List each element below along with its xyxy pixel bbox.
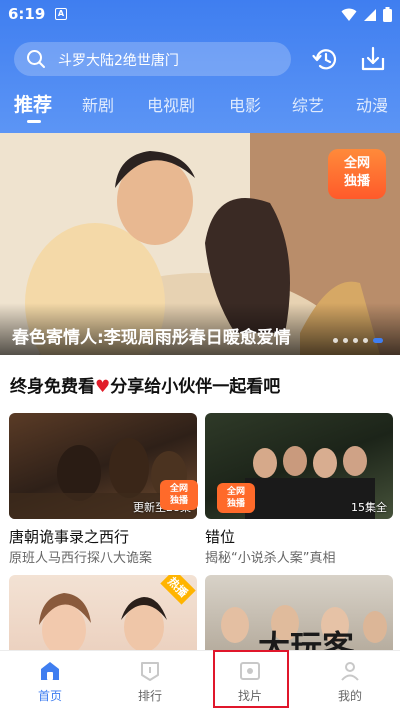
video-card[interactable]: 全网 独播 15集全 错位 揭秘“小说杀人案”真相	[205, 413, 393, 573]
ranking-icon	[141, 662, 159, 681]
video-title: 唐朝诡事录之西行	[9, 528, 130, 546]
video-card[interactable]: 热播	[9, 575, 197, 650]
nav-label: 排行	[137, 689, 162, 703]
nav-label: 首页	[37, 689, 62, 703]
section-title-prefix: 终身免费看	[10, 377, 95, 397]
badge-line-2: 独播	[226, 499, 245, 509]
download-icon[interactable]	[359, 45, 387, 73]
video-subtitle: 揭秘“小说杀人案”真相	[205, 551, 336, 566]
history-icon[interactable]	[311, 45, 339, 73]
header: 6:19 A 斗罗大陆2绝世唐门 推荐 新剧 电视剧 电影 综艺 动漫	[0, 0, 400, 133]
carousel-dot-active	[373, 338, 383, 343]
status-icons	[341, 7, 392, 22]
carousel-dot	[343, 338, 348, 343]
carousel-dot	[363, 338, 368, 343]
tab-movies[interactable]: 电影	[229, 92, 261, 116]
section-title: 终身免费看♥分享给小伙伴一起看吧	[10, 372, 280, 397]
video-thumbnail: 全网 独播 15集全	[205, 413, 393, 519]
search-row: 斗罗大陆2绝世唐门	[14, 42, 386, 78]
search-icon	[27, 50, 45, 68]
nav-ranking[interactable]: 排行	[100, 651, 200, 710]
notification-icon: A	[55, 8, 67, 20]
exclusive-badge: 全网 独播	[328, 149, 386, 199]
badge-line-1: 全网	[226, 487, 245, 497]
status-bar: 6:19 A	[0, 0, 400, 30]
carousel-dot	[333, 338, 338, 343]
banner-carousel[interactable]: 全网 独播 春色寄情人:李现周雨彤春日暖愈爱情	[0, 133, 400, 355]
nav-label: 我的	[337, 689, 362, 703]
tab-tv-series[interactable]: 电视剧	[147, 92, 195, 116]
tab-active-indicator	[27, 120, 41, 123]
carousel-dot	[353, 338, 358, 343]
nav-home[interactable]: 首页	[0, 651, 100, 710]
status-time: 6:19	[8, 5, 46, 23]
tab-variety[interactable]: 综艺	[292, 92, 324, 116]
badge-line-2: 独播	[169, 496, 188, 506]
video-title: 错位	[205, 528, 236, 546]
section-title-suffix: 分享给小伙伴一起看吧	[110, 377, 281, 397]
home-icon	[41, 662, 59, 680]
tab-recommend[interactable]: 推荐	[14, 90, 52, 117]
heart-icon: ♥	[95, 377, 111, 397]
wifi-icon	[341, 8, 357, 21]
banner-caption: 春色寄情人:李现周雨彤春日暖愈爱情	[12, 328, 291, 348]
tab-new-drama[interactable]: 新剧	[82, 92, 114, 116]
badge-line-1: 全网	[169, 484, 188, 494]
tab-anime[interactable]: 动漫	[356, 92, 388, 116]
nav-profile[interactable]: 我的	[300, 651, 400, 710]
badge-line-2: 独播	[343, 174, 370, 189]
carousel-dots	[333, 338, 383, 343]
search-query: 斗罗大陆2绝世唐门	[58, 53, 179, 69]
episode-tag: 15集全	[351, 501, 387, 514]
exclusive-badge: 全网 独播	[160, 480, 198, 510]
signal-icon	[364, 8, 376, 21]
bottom-navigation: 首页 排行 找片 我的	[0, 650, 400, 710]
search-input[interactable]: 斗罗大陆2绝世唐门	[14, 42, 291, 76]
video-subtitle: 原班人马西行探八大诡案	[9, 551, 153, 566]
battery-icon	[383, 7, 392, 22]
exclusive-badge: 全网 独播	[217, 483, 255, 513]
badge-line-1: 全网	[343, 156, 370, 171]
category-tabs: 推荐 新剧 电视剧 电影 综艺 动漫	[0, 88, 400, 128]
highlight-box	[213, 650, 289, 708]
profile-icon	[341, 662, 359, 681]
